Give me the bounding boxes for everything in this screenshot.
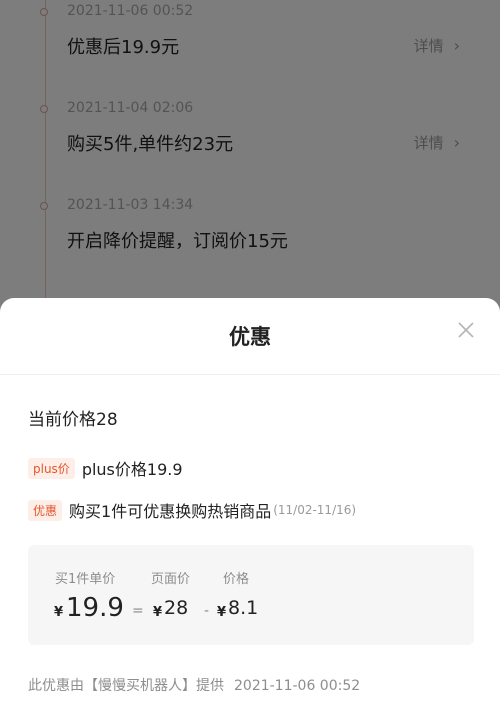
promo-text: 购买1件可优惠换购热销商品 — [69, 502, 272, 521]
currency-symbol: ¥ — [153, 605, 163, 620]
calc-row: ¥ 19.9 = ¥ 28 - ¥ 8.1 — [54, 593, 454, 629]
price-calc-box: 买1件单价 页面价 价格 ¥ 19.9 = ¥ 28 - ¥ 8.1 — [28, 545, 474, 645]
promo-plus: plus价 plus价格19.9 — [28, 456, 183, 480]
promo-discount: 优惠 购买1件可优惠换购热销商品 (11/02-11/16) — [28, 498, 356, 522]
equals-sign: = — [132, 603, 144, 619]
currency-symbol: ¥ — [54, 605, 64, 620]
current-price: 当前价格28 — [28, 410, 118, 430]
page-price-value: 28 — [164, 597, 189, 619]
close-icon — [458, 322, 474, 338]
promo-tag: 优惠 — [28, 499, 63, 521]
label-price: 价格 — [223, 572, 250, 587]
source-time: 2021-11-06 00:52 — [234, 678, 361, 694]
close-button[interactable] — [456, 320, 476, 340]
promo-source: 此优惠由【慢慢买机器人】提供 2021-11-06 00:52 — [28, 675, 360, 695]
promo-text: plus价格19.9 — [81, 460, 183, 479]
promo-tag: plus价 — [28, 457, 75, 479]
sheet-header: 优惠 — [0, 298, 500, 375]
label-page-price: 页面价 — [151, 572, 191, 587]
promo-sheet: 优惠 当前价格28 plus价 plus价格19.9 优惠 购买1件可优惠换购热… — [0, 298, 500, 703]
unit-price-value: 19.9 — [66, 593, 124, 623]
label-unit-price: 买1件单价 — [55, 572, 116, 587]
discount-value: 8.1 — [228, 597, 259, 619]
currency-symbol: ¥ — [217, 605, 227, 620]
promo-date-range: (11/02-11/16) — [273, 503, 357, 517]
sheet-title: 优惠 — [229, 325, 271, 349]
source-text: 此优惠由【慢慢买机器人】提供 — [28, 678, 224, 694]
minus-sign: - — [204, 603, 210, 619]
